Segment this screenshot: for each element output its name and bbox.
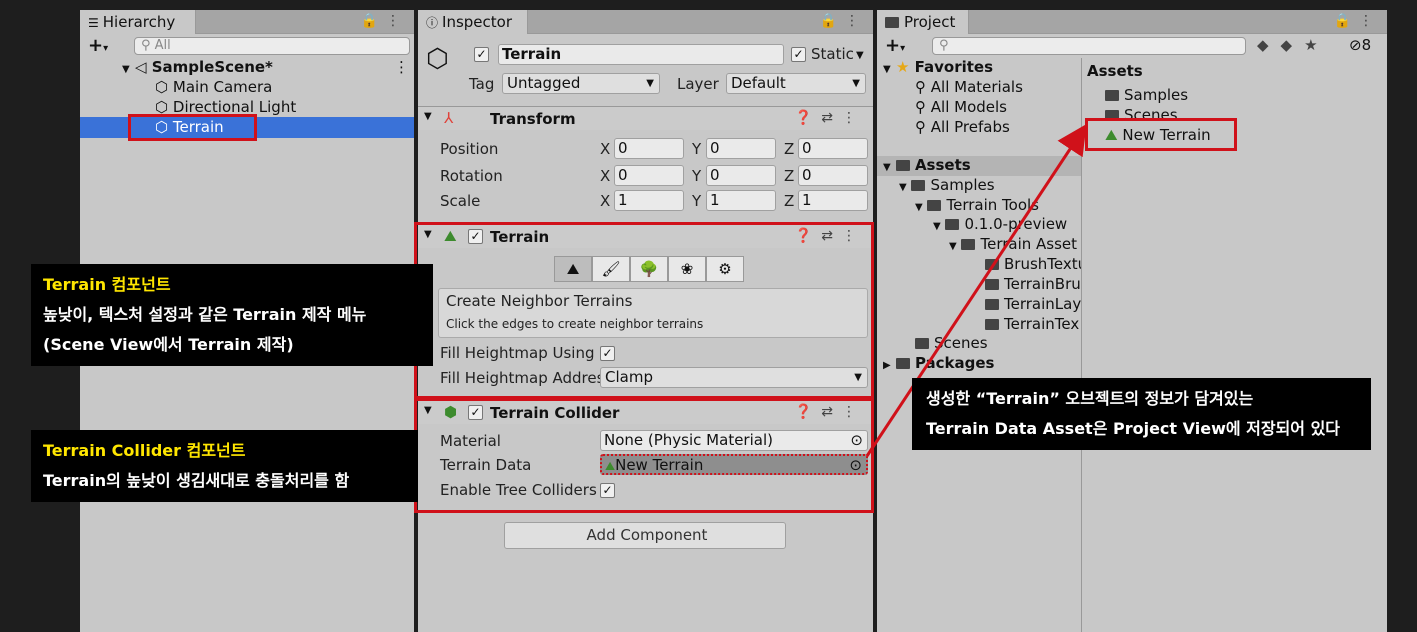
terrain-collider-callout: Terrain Collider 컴포넌트 Terrain의 높낮이 생김새대로… [31,430,418,502]
project-view-callout: 생성한 “Terrain” 오브젝트의 정보가 담겨있는 Terrain Dat… [912,378,1371,450]
terrain-component-callout: Terrain 컴포넌트 높낮이, 텍스처 설정과 같은 Terrain 제작 … [31,264,433,366]
